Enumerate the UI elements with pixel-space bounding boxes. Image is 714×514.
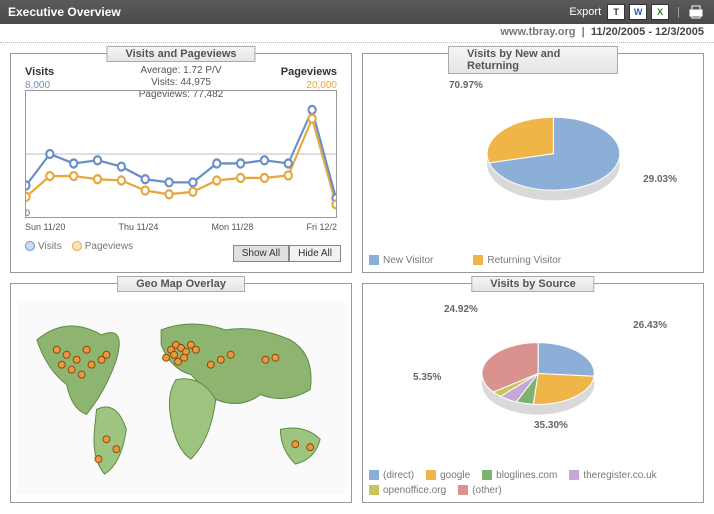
pct-google: 24.92% [444,304,478,315]
x-label: Sun 11/20 [25,222,65,232]
hide-all-button[interactable]: Hide All [289,245,341,262]
site-label: www.tbray.org [500,26,575,38]
legend-direct: (direct) [383,470,414,481]
panel-title: Visits by New and Returning [448,46,618,74]
export-txt-icon[interactable]: T [607,4,625,20]
pct-direct: 26.43% [633,320,667,331]
legend-pageviews: Pageviews [85,241,133,252]
panel-title: Visits by Source [471,276,594,292]
x-label: Thu 11/24 [118,222,158,232]
show-all-button[interactable]: Show All [233,245,289,262]
header-bar: Executive Overview Export T W X | [0,0,714,24]
panel-new-returning: Visits by New and Returning 70.97% 29.03… [362,53,704,273]
button-group: Show All Hide All [233,245,341,262]
left-axis-label: Visits [25,66,54,78]
pct-other: 35.30% [534,420,568,431]
legend-google: google [440,470,470,481]
legend-visits: Visits [38,241,62,252]
legend-other: (other) [472,485,501,496]
pct-returning: 29.03% [643,174,677,185]
line-legend: Visits Pageviews [25,241,133,252]
pie-chart-sources [369,302,697,496]
panel-title: Visits and Pageviews [106,46,255,62]
x-label: Fri 12/2 [306,222,337,232]
separator: | [677,6,680,18]
page-title: Executive Overview [8,5,569,19]
legend-bloglines: bloglines.com [496,470,557,481]
subheader: www.tbray.org | 11/20/2005 - 12/3/2005 [0,24,714,43]
export-label: Export [569,6,601,18]
panel-title: Geo Map Overlay [117,276,245,292]
dashboard-grid: Visits and Pageviews Average: 1.72 P/V V… [0,43,714,513]
legend-new: New Visitor [383,255,433,266]
stat-avg: Average: 1.72 P/V [139,65,224,77]
panel-sources: Visits by Source 26.43% 24.92% 5.35% 35.… [362,283,704,503]
export-excel-icon[interactable]: X [651,4,669,20]
legend-theregister: theregister.co.uk [583,470,656,481]
x-axis-labels: Sun 11/20 Thu 11/24 Mon 11/28 Fri 12/2 [25,222,337,232]
panel-geomap: Geo Map Overlay [10,283,352,503]
panel-visits-pageviews: Visits and Pageviews Average: 1.72 P/V V… [10,53,352,273]
pct-theregister: 5.35% [413,372,441,383]
geo-map [17,298,345,496]
x-label: Mon 11/28 [211,222,253,232]
export-word-icon[interactable]: W [629,4,647,20]
right-axis-label: Pageviews [281,66,337,78]
pct-new: 70.97% [449,80,483,91]
legend-returning: Returning Visitor [487,255,561,266]
legend-openoffice: openoffice.org [383,485,446,496]
print-icon[interactable] [686,4,706,20]
stat-visits: Visits: 44,975 [139,77,224,89]
pie-chart-new-returning [369,72,697,266]
line-chart-area [25,90,337,218]
date-range: 11/20/2005 - 12/3/2005 [591,26,704,38]
